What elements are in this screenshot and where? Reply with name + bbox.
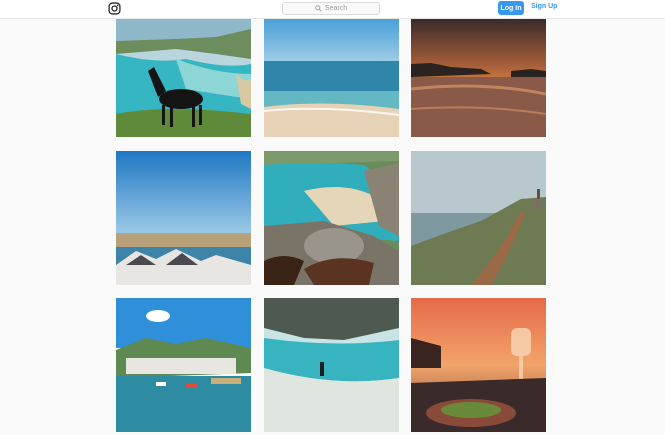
search-icon: [315, 5, 322, 12]
post-image: [116, 151, 251, 285]
post-tile-4[interactable]: [116, 151, 251, 285]
post-tile-8[interactable]: [264, 298, 399, 432]
search-placeholder: Search: [324, 5, 348, 12]
top-nav-bar: Search Log In Sign Up: [0, 0, 665, 19]
post-image: [116, 19, 251, 137]
post-tile-6[interactable]: [411, 151, 546, 285]
post-image: [264, 151, 399, 285]
signup-link[interactable]: Sign Up: [531, 3, 557, 10]
post-tile-1[interactable]: [116, 19, 251, 137]
post-tile-2[interactable]: [264, 19, 399, 137]
post-image: [264, 298, 399, 432]
post-image: [411, 151, 546, 285]
post-tile-5[interactable]: [264, 151, 399, 285]
post-image: [411, 19, 546, 137]
post-image: [264, 19, 399, 137]
post-tile-3[interactable]: [411, 19, 546, 137]
instagram-icon[interactable]: [108, 2, 121, 15]
login-button[interactable]: Log In: [498, 1, 524, 15]
post-tile-7[interactable]: [116, 298, 251, 432]
post-image: [116, 298, 251, 432]
post-image: [411, 298, 546, 432]
search-input[interactable]: Search: [282, 2, 380, 15]
post-tile-9[interactable]: [411, 298, 546, 432]
